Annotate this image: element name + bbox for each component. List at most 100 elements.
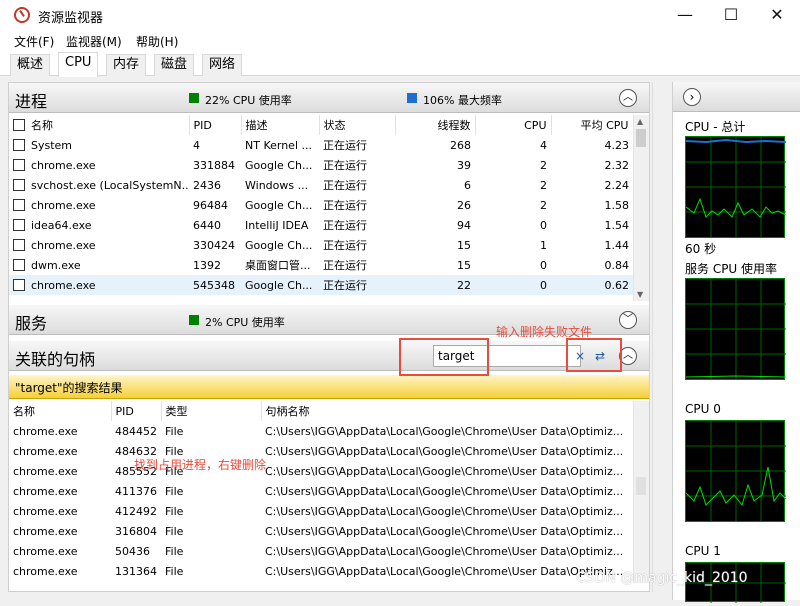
menu-file[interactable]: 文件(F) (14, 33, 54, 50)
process-threads: 268 (450, 138, 471, 152)
column-header-name[interactable]: 名称 (9, 115, 190, 135)
handles-scrollbar-thumb[interactable] (636, 477, 646, 495)
process-checkbox[interactable] (13, 218, 25, 231)
process-row[interactable]: svchost.exe (LocalSystemN... 2436 Windows … (9, 175, 633, 195)
process-threads: 39 (457, 158, 471, 172)
service-cpu-graph-svg (685, 279, 787, 379)
select-all-checkbox[interactable] (13, 119, 25, 131)
tab-overview[interactable]: 概述 (10, 54, 51, 76)
handle-row[interactable]: chrome.exe 485552 File C:\Users\IGG\AppData… (9, 461, 633, 481)
process-status: 正在运行 (323, 179, 367, 192)
process-row[interactable]: System 4 NT Kernel ... 正在运行 268 4 4.23 (9, 135, 633, 155)
max-frequency-legend: 106% 最大频率 (423, 94, 502, 107)
process-row[interactable]: chrome.exe 545348 Google Ch... 正在运行 22 0 0.62 (9, 275, 633, 295)
expand-services-button[interactable]: ﹀ (619, 311, 637, 329)
process-status: 正在运行 (323, 219, 367, 232)
scroll-up-icon[interactable]: ▲ (637, 117, 643, 126)
watermark: CSDN @magic_kid_2010 (576, 570, 748, 586)
column-header-handle-path[interactable]: 句柄名称 (261, 401, 633, 421)
services-cpu-legend-swatch (189, 315, 199, 325)
process-checkbox[interactable] (13, 278, 25, 291)
handle-row[interactable]: chrome.exe 411376 File C:\Users\IGG\AppData… (9, 481, 633, 501)
process-row[interactable]: chrome.exe 331884 Google Ch... 正在运行 39 2 2.32 (9, 155, 633, 175)
process-cpu: 2 (540, 198, 547, 212)
close-button[interactable]: ✕ (754, 0, 800, 30)
column-header-threads[interactable]: 线程数 (395, 115, 476, 135)
handles-scrollbar[interactable] (633, 401, 649, 583)
process-pid: 331884 (193, 158, 235, 172)
process-row[interactable]: chrome.exe 96484 Google Ch... 正在运行 26 2 1.58 (9, 195, 633, 215)
pane-splitter[interactable] (652, 82, 668, 592)
handle-process-name: chrome.exe (13, 484, 78, 498)
process-threads: 26 (457, 198, 471, 212)
tab-memory[interactable]: 内存 (106, 54, 147, 76)
handle-path: C:\Users\IGG\AppData\Local\Google\Chrome… (265, 444, 624, 458)
process-pid: 330424 (193, 238, 235, 252)
process-checkbox[interactable] (13, 198, 25, 211)
processes-header[interactable]: 进程 22% CPU 使用率 106% 最大频率 ︿ (9, 83, 649, 113)
time-window-label: 60 秒 (685, 242, 717, 256)
handle-row[interactable]: chrome.exe 316804 File C:\Users\IGG\AppData… (9, 521, 633, 541)
window-title: 资源监视器 (38, 11, 104, 26)
process-description: Google Ch... (241, 275, 319, 295)
process-row[interactable]: dwm.exe 1392 桌面窗口管... 正在运行 15 0 0.84 (9, 255, 633, 275)
handles-header[interactable]: 关联的句柄 × ⇄ ︿ (9, 341, 649, 371)
handle-type: File (165, 544, 184, 558)
collapse-processes-button[interactable]: ︿ (619, 89, 637, 107)
process-checkbox[interactable] (13, 158, 25, 171)
process-name: idea64.exe (9, 215, 189, 235)
process-checkbox[interactable] (13, 258, 25, 271)
processes-table-wrap: 名称 PID 描述 状态 线程数 CPU 平均 CPU System 4 NT Ke… (9, 115, 633, 301)
process-threads: 15 (457, 258, 471, 272)
process-row[interactable]: idea64.exe 6440 IntelliJ IDEA 正在运行 94 0 1.54 (9, 215, 633, 235)
column-header-description[interactable]: 描述 (241, 115, 320, 135)
search-results-banner: "target"的搜索结果 (9, 375, 649, 399)
title-bar: 资源监视器 — ☐ ✕ (0, 0, 800, 30)
column-header-status[interactable]: 状态 (319, 115, 396, 135)
process-name: chrome.exe (9, 275, 189, 295)
scrollbar-thumb[interactable] (636, 129, 646, 147)
maximize-button[interactable]: ☐ (708, 0, 754, 30)
process-cpu: 2 (540, 158, 547, 172)
tab-network[interactable]: 网络 (202, 54, 243, 76)
column-header-pid[interactable]: PID (189, 115, 242, 135)
process-checkbox[interactable] (13, 178, 25, 191)
column-header-handle-name[interactable]: 名称 (9, 401, 112, 421)
graphs-pane: › CPU - 总计 60 秒 服务 CPU 使用率 CPU 0 CPU 1 (672, 82, 800, 603)
menu-help[interactable]: 帮助(H) (136, 33, 178, 50)
column-header-cpu[interactable]: CPU (475, 115, 552, 135)
cpu0-graph-svg (685, 421, 787, 521)
column-header-handle-type[interactable]: 类型 (161, 401, 262, 421)
tab-disk[interactable]: 磁盘 (154, 54, 195, 76)
column-header-avg-cpu[interactable]: 平均 CPU (551, 115, 633, 135)
handle-row[interactable]: chrome.exe 412492 File C:\Users\IGG\AppData… (9, 501, 633, 521)
process-checkbox[interactable] (13, 238, 25, 251)
process-status: 正在运行 (323, 239, 367, 252)
process-checkbox[interactable] (13, 138, 25, 151)
handles-title: 关联的句柄 (15, 350, 96, 369)
handle-row[interactable]: chrome.exe 50436 File C:\Users\IGG\AppData\… (9, 541, 633, 561)
cpu0-label: CPU 0 (685, 402, 721, 416)
processes-scrollbar[interactable]: ▲ ▼ (633, 115, 649, 301)
handle-row[interactable]: chrome.exe 484452 File C:\Users\IGG\AppData… (9, 421, 633, 441)
process-row[interactable]: chrome.exe 330424 Google Ch... 正在运行 15 1 1.44 (9, 235, 633, 255)
menu-monitor[interactable]: 监视器(M) (66, 33, 122, 50)
handle-path: C:\Users\IGG\AppData\Local\Google\Chrome… (265, 464, 624, 478)
process-status: 正在运行 (323, 159, 367, 172)
minimize-button[interactable]: — (662, 0, 708, 30)
process-description: Google Ch... (245, 198, 313, 212)
expand-graphs-icon[interactable]: › (683, 88, 701, 106)
handle-row[interactable]: chrome.exe 131364 File C:\Users\IGG\AppData… (9, 561, 633, 581)
process-pid: 96484 (193, 198, 228, 212)
processes-header-row: 名称 PID 描述 状态 线程数 CPU 平均 CPU (9, 115, 633, 135)
column-header-handle-pid[interactable]: PID (111, 401, 162, 421)
scroll-down-icon[interactable]: ▼ (637, 290, 643, 299)
process-cpu: 1 (540, 238, 547, 252)
handle-pid: 131364 (115, 564, 157, 578)
handle-row[interactable]: chrome.exe 484632 File C:\Users\IGG\AppData… (9, 441, 633, 461)
handle-process-name: chrome.exe (13, 564, 78, 578)
tab-cpu[interactable]: CPU (58, 52, 99, 77)
handles-header-row: 名称 PID 类型 句柄名称 (9, 401, 633, 421)
service-cpu-label: 服务 CPU 使用率 (685, 262, 778, 276)
annotation-enter-file: 输入删除失败文件 (496, 325, 593, 339)
